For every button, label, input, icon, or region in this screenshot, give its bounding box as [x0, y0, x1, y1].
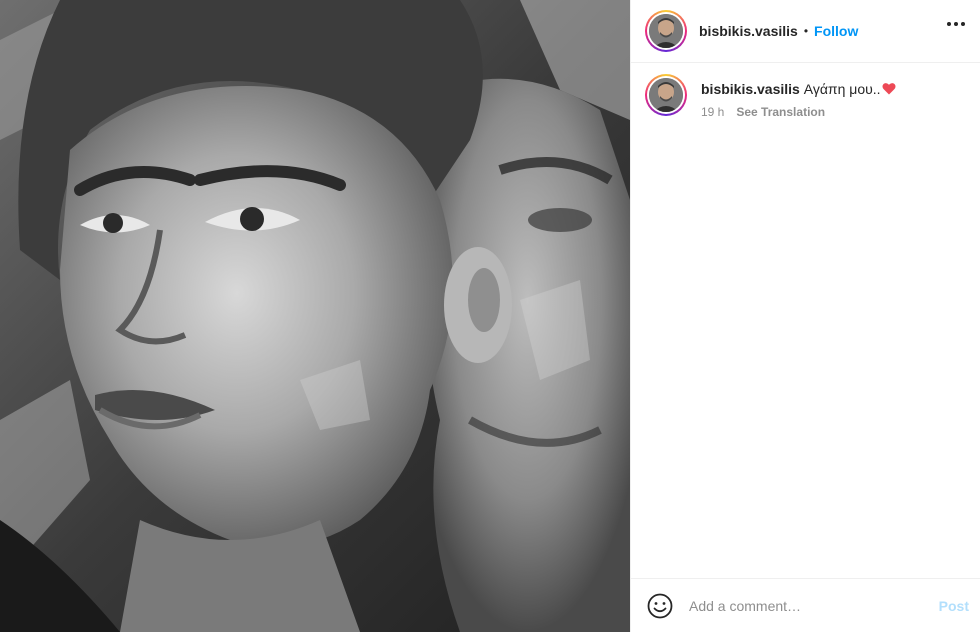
post-header: bisbikis.vasilis • Follow	[631, 0, 980, 63]
painted-portrait-artwork	[0, 0, 630, 632]
see-translation-button[interactable]: See Translation	[736, 105, 825, 119]
separator-dot: •	[803, 24, 809, 38]
profile-photo-icon	[649, 78, 683, 112]
post-side-panel: bisbikis.vasilis • Follow bisbikis.vasil…	[630, 0, 980, 632]
profile-photo-icon	[649, 14, 683, 48]
post-comment-button[interactable]: Post	[939, 598, 969, 614]
post-caption: bisbikis.vasilis Αγάπη μου.. 19 h See Tr…	[645, 74, 896, 119]
author-username[interactable]: bisbikis.vasilis	[699, 23, 798, 39]
caption-avatar[interactable]	[645, 74, 687, 116]
caption-text: Αγάπη μου..	[803, 81, 881, 97]
caption-username[interactable]: bisbikis.vasilis	[701, 81, 800, 97]
smiley-icon[interactable]	[647, 593, 673, 619]
avatar[interactable]	[645, 10, 687, 52]
red-heart-icon	[882, 83, 896, 95]
ellipsis-icon[interactable]	[947, 22, 965, 26]
post-time: 19 h	[701, 105, 725, 119]
follow-button[interactable]: Follow	[814, 23, 858, 39]
instagram-post: bisbikis.vasilis • Follow bisbikis.vasil…	[0, 0, 980, 632]
comment-input[interactable]	[689, 597, 919, 614]
post-image[interactable]	[0, 0, 630, 632]
comment-bar: Post	[631, 578, 980, 632]
